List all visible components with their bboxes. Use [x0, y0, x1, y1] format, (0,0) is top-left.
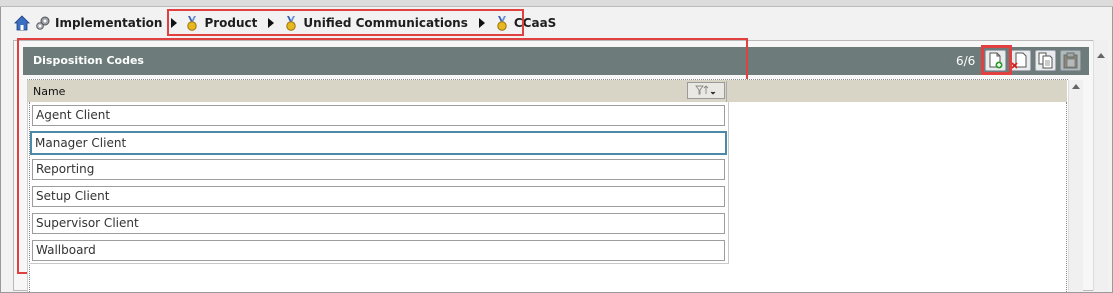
breadcrumb-highlight-box [167, 9, 524, 36]
breadcrumb-item-implementation[interactable]: Implementation [35, 11, 162, 35]
filter-sort-icon [695, 84, 716, 95]
list-item[interactable]: Setup Client [32, 186, 725, 207]
list-item[interactable]: Agent Client [32, 105, 725, 126]
page-scrollbar[interactable] [1093, 40, 1108, 291]
filter-sort-button[interactable] [687, 82, 725, 99]
gears-icon [36, 16, 50, 30]
list-item[interactable]: Wallboard [32, 240, 725, 261]
breadcrumb-label: Implementation [55, 16, 163, 30]
scroll-up-icon[interactable] [1097, 53, 1105, 58]
scroll-up-icon[interactable] [1072, 84, 1080, 89]
list-item-selected[interactable]: Manager Client [30, 131, 727, 155]
column-right-border [728, 102, 729, 264]
home-button[interactable] [14, 11, 30, 35]
paste-icon [1063, 52, 1078, 69]
copy-document-icon [1038, 52, 1053, 69]
list-item[interactable]: Supervisor Client [32, 213, 725, 234]
column-header-label: Name [33, 85, 66, 98]
delete-button[interactable] [1010, 50, 1031, 71]
delete-document-icon [1011, 52, 1027, 69]
home-icon [14, 15, 30, 31]
list-item[interactable]: Reporting [32, 159, 725, 180]
top-edge [0, 0, 1113, 7]
column-header-name[interactable]: Name [29, 81, 727, 102]
grid-bottom-border [29, 263, 729, 264]
add-button-highlight-box [981, 45, 1012, 75]
copy-button[interactable] [1035, 50, 1056, 71]
record-count: 6/6 [956, 54, 976, 68]
paste-button[interactable] [1060, 50, 1081, 71]
grid-scrollbar[interactable] [1068, 80, 1083, 291]
